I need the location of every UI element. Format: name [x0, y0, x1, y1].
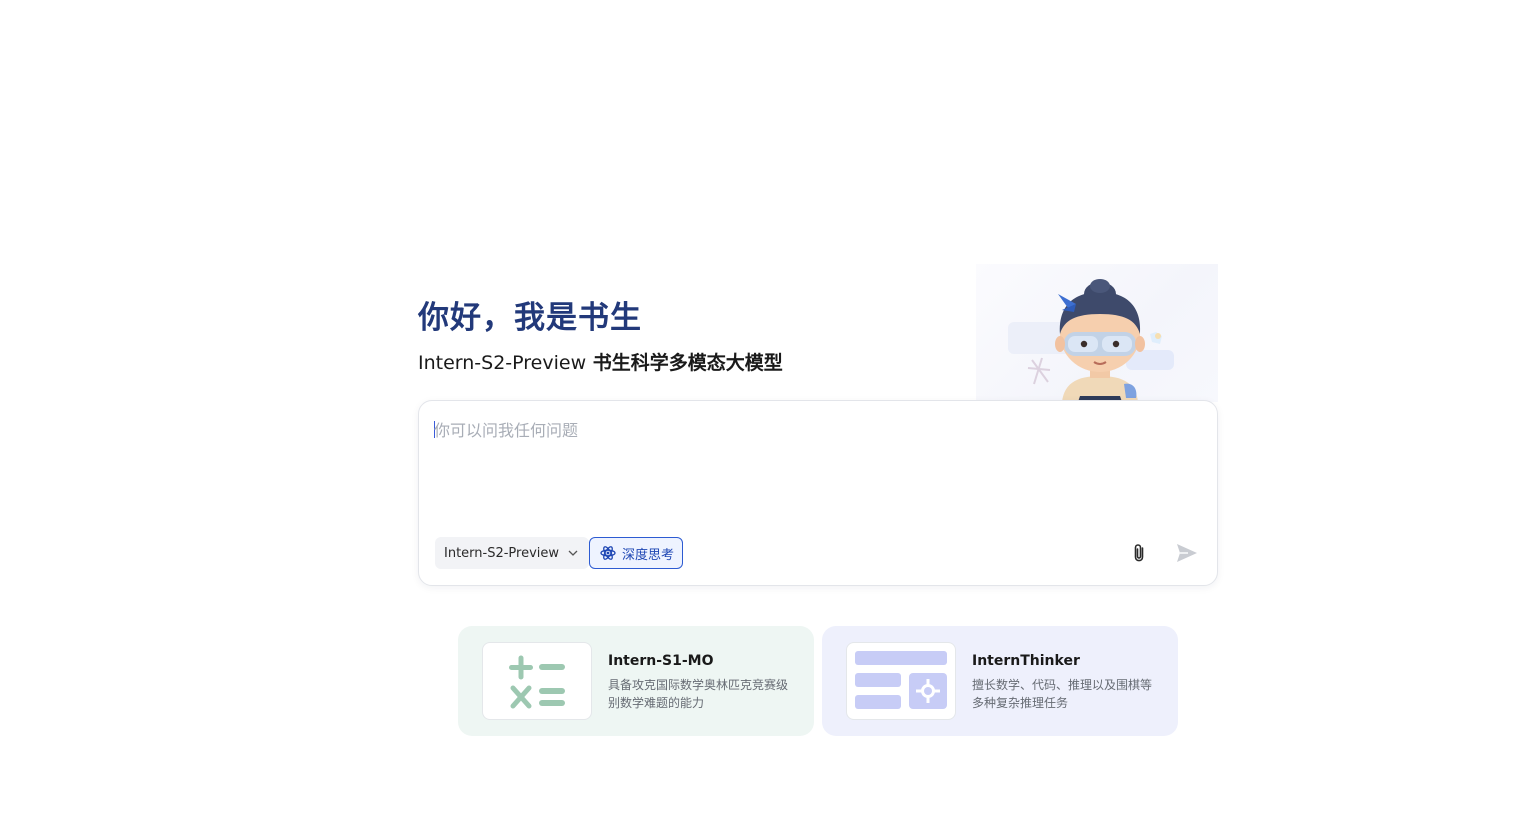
card-description: 具备攻克国际数学奥林匹克竞赛级别数学难题的能力 — [608, 678, 789, 710]
deep-think-label: 深度思考 — [622, 547, 675, 563]
chat-input-card: Intern-S2-Preview 深度思考 — [418, 400, 1218, 586]
mascot-image — [1008, 279, 1174, 402]
chevron-down-icon — [568, 550, 578, 556]
feature-card-internthinker[interactable]: InternThinker 擅长数学、代码、推理以及围棋等多种复杂推理任务 — [822, 626, 1178, 736]
page-subtitle: Intern-S2-Preview 书生科学多模态大模型 — [418, 348, 783, 375]
send-button[interactable] — [1174, 540, 1200, 566]
card-title: Intern-S1-MO — [608, 653, 714, 669]
layout-grid-icon — [846, 642, 956, 720]
feature-card-intern-s1-mo[interactable]: Intern-S1-MO 具备攻克国际数学奥林匹克竞赛级别数学难题的能力 — [458, 626, 814, 736]
model-select-dropdown[interactable]: Intern-S2-Preview — [435, 537, 590, 569]
model-select-value: Intern-S2-Preview — [444, 545, 560, 561]
page: 你好，我是书生 Intern-S2-Preview 书生科学多模态大模型 你可以… — [0, 0, 1527, 832]
prompt-input[interactable] — [434, 417, 1194, 507]
mascot-illustration — [976, 264, 1218, 402]
paperclip-icon — [1134, 544, 1144, 562]
send-icon — [1177, 544, 1197, 562]
hero-section: 你好，我是书生 Intern-S2-Preview 书生科学多模态大模型 — [418, 262, 1218, 402]
attach-button[interactable] — [1127, 541, 1151, 565]
greeting-title: 你好，我是书生 — [418, 300, 642, 336]
math-operators-icon — [482, 642, 592, 720]
card-title: InternThinker — [972, 653, 1080, 669]
atom-icon — [600, 546, 616, 560]
subtitle-description: 书生科学多模态大模型 — [592, 352, 783, 374]
card-description: 擅长数学、代码、推理以及围棋等多种复杂推理任务 — [972, 678, 1153, 710]
subtitle-model-name: Intern-S2-Preview — [418, 352, 587, 374]
deep-think-toggle[interactable]: 深度思考 — [589, 537, 684, 569]
